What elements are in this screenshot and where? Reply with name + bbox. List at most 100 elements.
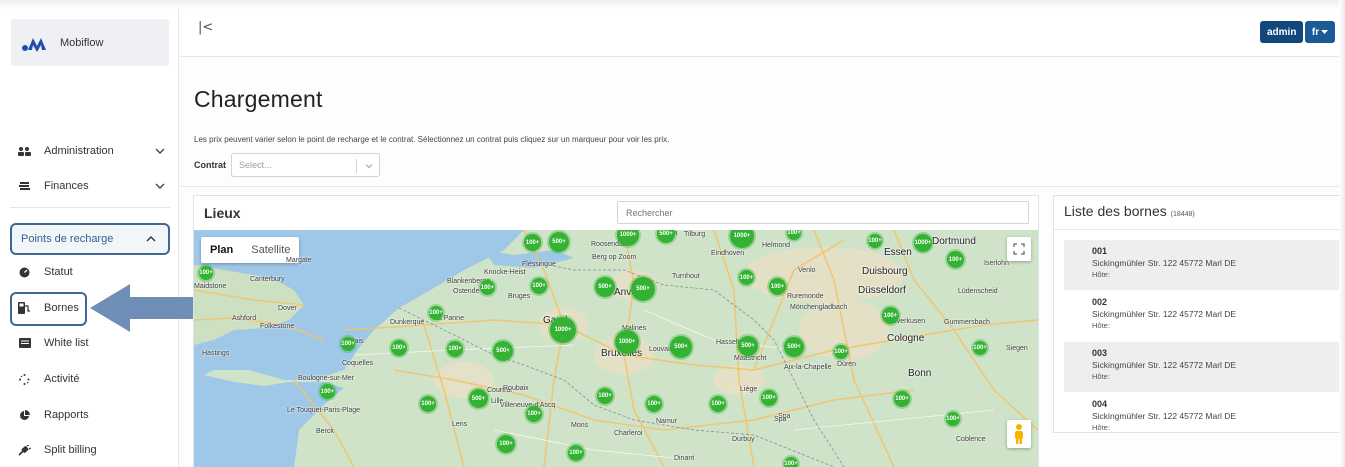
map-cluster-marker[interactable]: 500+	[784, 337, 804, 357]
page-title: Chargement	[194, 86, 323, 112]
city-label: Berg op Zoom	[592, 254, 637, 261]
sidebar-item-rapports[interactable]: Rapports	[10, 399, 170, 431]
page-hint: Les prix peuvent varier selon le point d…	[194, 135, 670, 144]
contract-select[interactable]: Select...	[231, 153, 380, 177]
station-host: Hôte:	[1092, 321, 1110, 330]
language-dropdown-button[interactable]: fr	[1305, 21, 1335, 43]
sidebar-divider	[10, 207, 170, 208]
sidebar-item-label: Finances	[44, 180, 89, 192]
map-cluster-marker[interactable]: 100+	[429, 306, 443, 320]
map-cluster-marker[interactable]: 100+	[568, 445, 584, 461]
map-cluster-marker[interactable]: 500+	[670, 336, 692, 358]
map-cluster-marker[interactable]: 100+	[320, 384, 335, 399]
map-cluster-marker[interactable]: 100+	[531, 278, 547, 294]
map-cluster-marker[interactable]: 100+	[597, 388, 613, 404]
station-list-item[interactable]: 004 Sickingmühler Str. 122 45772 Marl DE…	[1064, 393, 1340, 432]
city-label: Bruges	[508, 293, 531, 300]
map-cluster-marker[interactable]: 100+	[973, 341, 987, 355]
map-cluster-marker[interactable]: 100+	[526, 406, 542, 422]
map-cluster-marker[interactable]: 500+	[469, 389, 488, 408]
city-label: Siegen	[1006, 345, 1028, 352]
sidebar-item-label: Rapports	[44, 409, 89, 421]
sidebar-group-points-de-recharge[interactable]: Points de recharge	[10, 223, 170, 255]
window-edge-shadow	[1339, 0, 1345, 467]
map-cluster-marker[interactable]: 1000+	[550, 317, 576, 343]
map-cluster-marker[interactable]: 100+	[868, 234, 882, 248]
map-cluster-marker[interactable]: 100+	[710, 396, 726, 412]
map-search-field[interactable]	[617, 201, 1029, 224]
map-cluster-marker[interactable]: 100+	[524, 234, 541, 251]
sidebar-group-label: Points de recharge	[21, 233, 114, 245]
select-separator	[356, 159, 357, 173]
app-window: Mobiflow Administration Finances Points …	[0, 0, 1345, 467]
station-list-item[interactable]: 003 Sickingmühler Str. 122 45772 Marl DE…	[1064, 342, 1340, 392]
city-label: Boulogne-sur-Mer	[298, 375, 355, 382]
sidebar-item-label: Activité	[44, 373, 80, 385]
station-list-item[interactable]: 002 Sickingmühler Str. 122 45772 Marl DE…	[1064, 291, 1340, 341]
map-cluster-marker[interactable]: 100+	[199, 266, 213, 280]
sidebar-item-administration[interactable]: Administration	[10, 135, 170, 167]
map-type-plan[interactable]: Plan	[201, 237, 242, 263]
map-cluster-marker[interactable]: 100+	[761, 390, 777, 406]
city-label: Spa	[774, 416, 787, 423]
map-cluster-marker[interactable]: 500+	[738, 336, 758, 356]
collapse-sidebar-button[interactable]: |<	[198, 20, 213, 35]
map-cluster-marker[interactable]: 100+	[497, 435, 515, 453]
map-cluster-marker[interactable]: 100+	[882, 307, 899, 324]
map-cluster-marker[interactable]: 100+	[420, 396, 436, 412]
station-address: Sickingmühler Str. 122 45772 Marl DE	[1092, 411, 1237, 421]
locations-title: Lieux	[204, 205, 241, 221]
map-cluster-marker[interactable]: 100+	[894, 391, 910, 407]
map-cluster-marker[interactable]: 500+	[631, 277, 655, 301]
station-list-item[interactable]: 001 Sickingmühler Str. 122 45772 Marl DE…	[1064, 240, 1340, 290]
gauge-icon	[18, 266, 31, 279]
sidebar-item-split-billing[interactable]: Split billing	[10, 434, 170, 466]
chevron-down-icon	[155, 183, 165, 189]
map-cluster-marker[interactable]: 500+	[595, 277, 615, 297]
app-name: Mobiflow	[60, 36, 104, 49]
mobiflow-logo	[22, 37, 46, 52]
map-cluster-marker[interactable]: 100+	[946, 412, 960, 426]
map-cluster-marker[interactable]: 100+	[769, 278, 786, 295]
sidebar-item-finances[interactable]: Finances	[10, 170, 170, 202]
city-label: Cologne	[887, 333, 925, 344]
map-cluster-marker[interactable]: 100+	[447, 341, 463, 357]
map-cluster-marker[interactable]: 100+	[834, 345, 848, 359]
locations-card: Lieux Rechercher Plan Satellite Essen Do…	[193, 195, 1039, 467]
fullscreen-button[interactable]	[1007, 237, 1031, 261]
map-cluster-marker[interactable]: 100+	[784, 457, 798, 467]
city-label: Mönchengladbach	[790, 304, 848, 311]
station-host: Hôte:	[1092, 372, 1110, 381]
city-label: Dinant	[674, 455, 695, 462]
brand[interactable]: Mobiflow	[11, 19, 169, 66]
pegman-icon	[1015, 424, 1023, 444]
map-cluster-marker[interactable]: 1000+	[914, 234, 932, 252]
map[interactable]: Plan Satellite Essen Dortmund Duisbourg …	[194, 230, 1038, 467]
street-view-button[interactable]	[1007, 420, 1031, 448]
city-label: Roubaix	[503, 385, 529, 392]
station-address: Sickingmühler Str. 122 45772 Marl DE	[1092, 360, 1237, 370]
map-cluster-marker[interactable]: 100+	[646, 396, 662, 412]
city-label: Berck	[316, 428, 334, 435]
map-cluster-marker[interactable]: 100+	[341, 337, 355, 351]
city-label: Turnhout	[672, 273, 700, 280]
map-cluster-marker[interactable]: 1000+	[615, 330, 639, 354]
city-label: Coblence	[956, 436, 986, 443]
map-cluster-marker[interactable]: 100+	[739, 270, 754, 285]
city-label: Ashford	[232, 315, 257, 322]
sidebar-item-label: White list	[44, 337, 89, 349]
map-cluster-marker[interactable]: 100+	[391, 340, 407, 356]
map-cluster-marker[interactable]: 500+	[493, 341, 513, 361]
map-cluster-marker[interactable]: 500+	[549, 232, 569, 252]
station-id: 003	[1092, 348, 1108, 358]
city-label: Ruremonde	[787, 293, 824, 300]
city-label: Essen	[884, 247, 912, 258]
city-label: Canterbury	[250, 276, 285, 283]
map-search-input[interactable]	[618, 202, 1028, 223]
sidebar-item-activite[interactable]: Activité	[10, 363, 170, 395]
user-menu-button[interactable]: admin	[1260, 21, 1304, 43]
station-id: 001	[1092, 246, 1108, 256]
map-cluster-marker[interactable]: 100+	[947, 251, 964, 268]
map-cluster-marker[interactable]: 100+	[480, 280, 495, 295]
city-label: Eindhoven	[711, 250, 745, 257]
